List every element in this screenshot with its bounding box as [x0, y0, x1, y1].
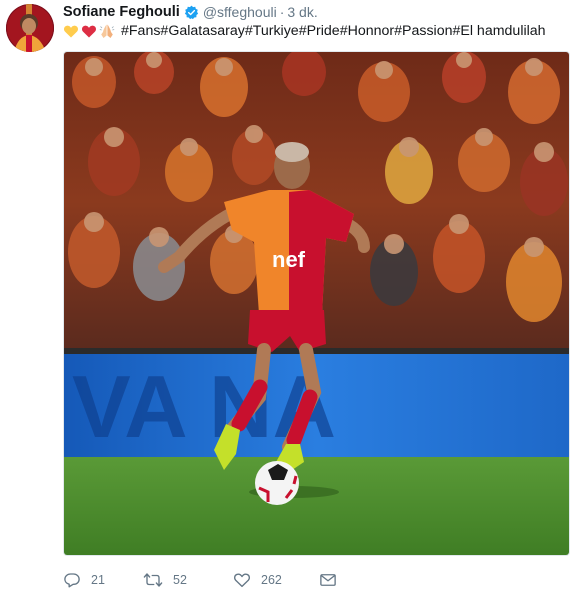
verified-badge-icon: [184, 5, 199, 20]
author-handle[interactable]: @sffeghouli: [203, 4, 277, 20]
yellow-heart-icon: [63, 23, 79, 39]
reply-button[interactable]: 21: [63, 571, 143, 589]
like-count: 262: [261, 573, 282, 587]
tweet: Sofiane Feghouli @sffeghouli · 3 dk. #Fa…: [0, 0, 577, 597]
folded-hands-icon: [99, 23, 115, 39]
like-button[interactable]: 262: [233, 571, 319, 589]
tweet-text-line: #Fans#Galatasaray#Turkiye#Pride#Honnor#P…: [63, 22, 546, 40]
tweet-header: Sofiane Feghouli @sffeghouli · 3 dk.: [63, 3, 318, 21]
envelope-icon: [319, 572, 337, 588]
retweet-button[interactable]: 52: [143, 571, 233, 589]
ball: [255, 461, 299, 505]
retweet-icon: [143, 571, 163, 589]
reply-count: 21: [91, 573, 105, 587]
sponsor-text: nef: [272, 247, 306, 272]
red-heart-icon: [81, 23, 97, 39]
reply-icon: [63, 571, 81, 589]
tweet-actions: 21 52 262: [63, 570, 337, 590]
author-name[interactable]: Sofiane Feghouli: [63, 4, 180, 20]
heart-icon: [233, 571, 251, 589]
timestamp[interactable]: 3 dk.: [287, 4, 317, 20]
avatar[interactable]: [6, 4, 54, 52]
direct-message-button[interactable]: [319, 572, 337, 588]
tweet-text[interactable]: #Fans#Galatasaray#Turkiye#Pride#Honnor#P…: [121, 23, 546, 39]
tweet-photo[interactable]: VA NA nef: [63, 51, 570, 556]
retweet-count: 52: [173, 573, 187, 587]
separator: ·: [279, 4, 285, 20]
